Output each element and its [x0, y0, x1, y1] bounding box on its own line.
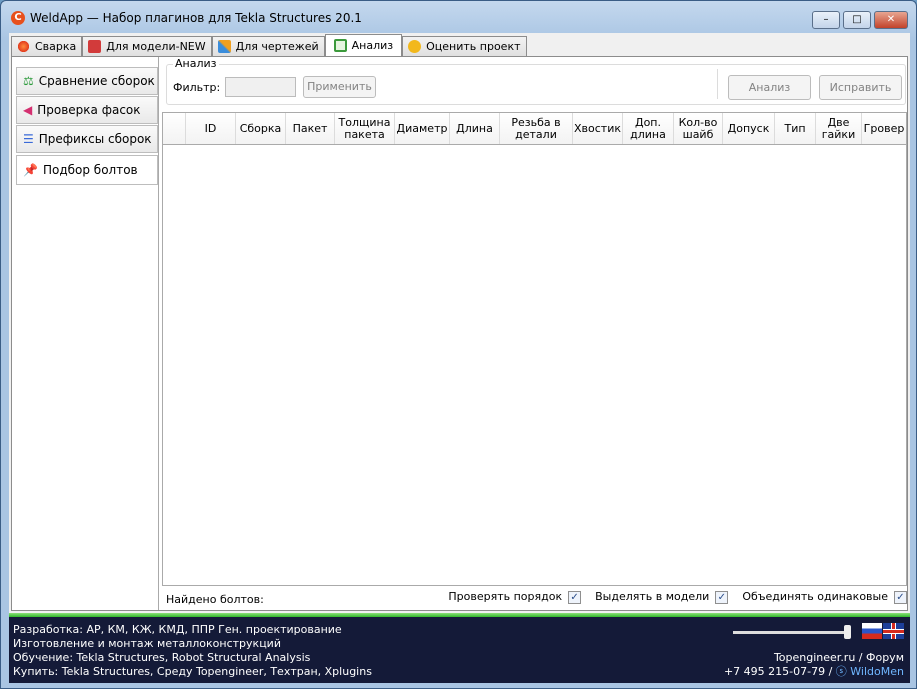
uk-flag-icon[interactable]	[883, 623, 904, 639]
checkbox-label: Проверять порядок	[448, 590, 563, 603]
app-window: C WeldApp — Набор плагинов для Tekla Str…	[0, 0, 917, 689]
fix-button[interactable]: Исправить	[819, 75, 902, 100]
column-header[interactable]: Тип	[775, 113, 816, 144]
row-header-corner	[163, 113, 186, 144]
weld-spark-icon	[17, 40, 30, 53]
tab-label: Для модели-NEW	[106, 40, 206, 53]
tab-label: Оценить проект	[426, 40, 521, 53]
sidebar-item-compare-assemblies[interactable]: ⚖ Сравнение сборок	[16, 67, 158, 95]
grid-header: ID Сборка Пакет Толщина пакета Диаметр Д…	[163, 113, 906, 145]
column-header[interactable]: ID	[186, 113, 236, 144]
tab-estimate[interactable]: Оценить проект	[402, 36, 527, 56]
column-header[interactable]: Длина	[450, 113, 500, 144]
merge-same-checkbox[interactable]: Объединять одинаковые ✓	[742, 590, 907, 604]
column-header[interactable]: Хвостик	[573, 113, 623, 144]
title-bar: C WeldApp — Набор плагинов для Tekla Str…	[11, 11, 362, 25]
column-header[interactable]: Кол-во шайб	[674, 113, 723, 144]
check-order-checkbox[interactable]: Проверять порядок ✓	[448, 590, 582, 604]
column-header[interactable]: Пакет	[286, 113, 335, 144]
column-header[interactable]: Сборка	[236, 113, 286, 144]
checkbox-box[interactable]: ✓	[568, 590, 582, 604]
skype-link[interactable]: WildoMen	[850, 665, 904, 678]
slider-thumb[interactable]	[844, 625, 851, 639]
tab-drawings[interactable]: Для чертежей	[211, 36, 325, 56]
site-link[interactable]: Topengineer.ru / Форум	[774, 651, 904, 665]
separator	[717, 69, 718, 99]
coins-icon	[408, 40, 422, 53]
checkbox-box[interactable]: ✓	[894, 590, 907, 604]
sidebar-item-label: Префиксы сборок	[38, 132, 152, 146]
filter-input[interactable]	[225, 77, 296, 97]
column-header[interactable]: Толщина пакета	[335, 113, 395, 144]
scales-icon: ⚖	[23, 74, 34, 88]
checkbox-label: Объединять одинаковые	[742, 590, 888, 603]
group-label: Анализ	[173, 57, 219, 70]
analysis-groupbox: Анализ Фильтр: Применить Анализ Исправит…	[166, 57, 906, 105]
phone-number: +7 495 215-07-79 /	[723, 665, 836, 678]
column-header[interactable]: Гровер	[862, 113, 906, 144]
table-icon	[333, 39, 347, 52]
column-header[interactable]: Две гайки	[816, 113, 862, 144]
sidebar-item-label: Сравнение сборок	[38, 74, 155, 88]
opacity-slider[interactable]	[733, 625, 851, 639]
tab-label: Анализ	[351, 39, 394, 52]
app-logo-icon: C	[11, 11, 25, 25]
tab-model[interactable]: Для модели-NEW	[82, 36, 212, 56]
column-header[interactable]: Допуск	[723, 113, 775, 144]
apply-button[interactable]: Применить	[303, 76, 376, 98]
analysis-panel: ⚖ Сравнение сборок ◀ Проверка фасок ☰ Префи…	[11, 56, 908, 611]
share-nodes-icon: ◀	[23, 103, 33, 117]
sidebar-item-chamfers[interactable]: ◀ Проверка фасок	[16, 96, 158, 124]
footer-line[interactable]: Разработка: АР, КМ, КЖ, КМД, ППР Ген. пр…	[13, 623, 342, 637]
footer: Разработка: АР, КМ, КЖ, КМД, ППР Ген. пр…	[9, 617, 910, 683]
analyze-button[interactable]: Анализ	[728, 75, 811, 100]
footer-line[interactable]: Обучение: Tekla Structures, Robot Struct…	[13, 651, 310, 665]
status-bar: Найдено болтов: Проверять порядок ✓ Выдел…	[162, 588, 907, 608]
sidebar-item-bolts[interactable]: 📌 Подбор болтов	[16, 155, 158, 185]
select-in-model-checkbox[interactable]: Выделять в модели ✓	[595, 590, 729, 604]
sidebar-item-label: Подбор болтов	[42, 163, 138, 177]
skype-icon: ⓢ	[835, 665, 851, 678]
footer-line[interactable]: Изготовление и монтаж металлоконструкций	[13, 637, 281, 651]
drawing-tools-icon	[217, 40, 231, 53]
model-cube-icon	[88, 40, 102, 53]
bolts-grid[interactable]: ID Сборка Пакет Толщина пакета Диаметр Д…	[162, 112, 907, 586]
sidebar: ⚖ Сравнение сборок ◀ Проверка фасок ☰ Префи…	[12, 57, 159, 610]
tab-label: Для чертежей	[235, 40, 319, 53]
footer-line[interactable]: Купить: Tekla Structures, Среду Topengin…	[13, 665, 372, 679]
column-header[interactable]: Доп. длина	[623, 113, 674, 144]
main-tabs: Сварка Для модели-NEW Для чертежей Анали…	[11, 34, 527, 56]
column-header[interactable]: Диаметр	[395, 113, 450, 144]
found-count-label: Найдено болтов:	[166, 593, 264, 606]
sidebar-item-prefixes[interactable]: ☰ Префиксы сборок	[16, 125, 158, 153]
column-header[interactable]: Резьба в детали	[500, 113, 573, 144]
checkbox-box[interactable]: ✓	[715, 590, 729, 604]
maximize-button[interactable]: □	[843, 11, 871, 29]
list-icon: ☰	[23, 132, 34, 146]
close-button[interactable]: ✕	[874, 11, 908, 29]
pin-icon: 📌	[23, 163, 38, 177]
tab-welding[interactable]: Сварка	[11, 36, 83, 56]
checkbox-label: Выделять в модели	[595, 590, 710, 603]
window-title: WeldApp — Набор плагинов для Tekla Struc…	[30, 11, 362, 25]
tab-analysis[interactable]: Анализ	[324, 34, 403, 56]
minimize-button[interactable]: –	[812, 11, 840, 29]
sidebar-item-label: Проверка фасок	[37, 103, 141, 117]
russian-flag-icon[interactable]	[862, 623, 882, 639]
filter-label: Фильтр:	[173, 81, 221, 94]
tab-label: Сварка	[35, 40, 77, 53]
